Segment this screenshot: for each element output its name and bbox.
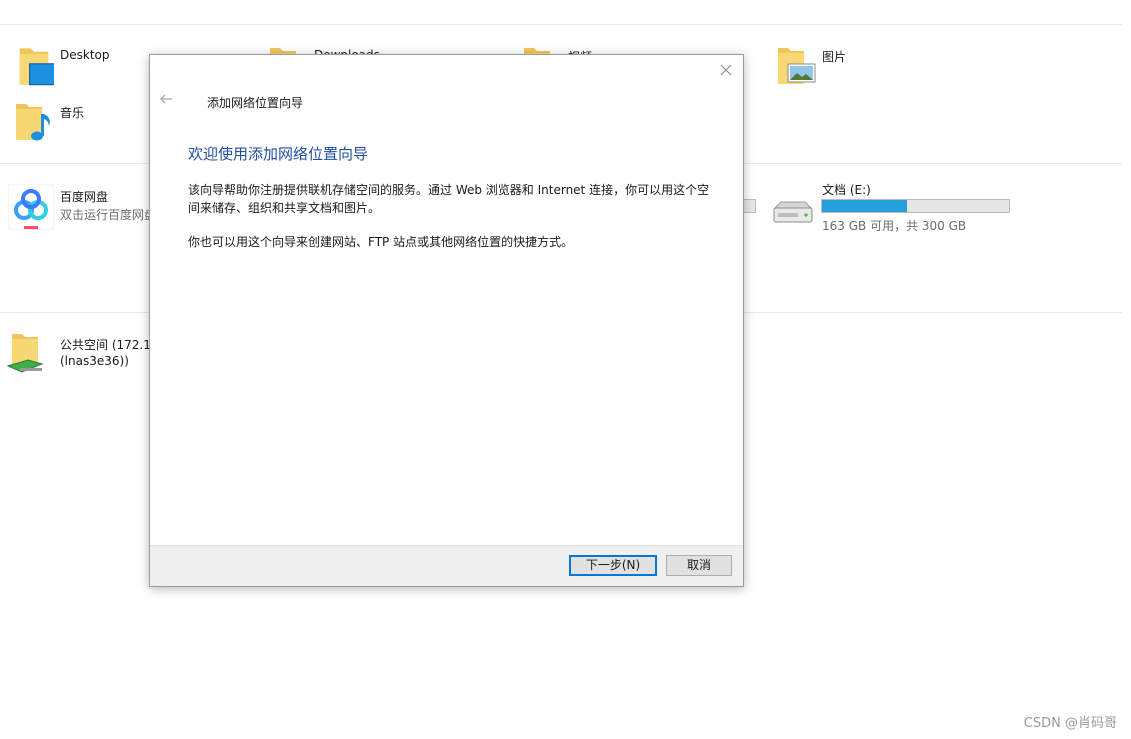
folder-pictures[interactable]: 图片 <box>776 44 996 88</box>
next-button[interactable]: 下一步(N) <box>569 555 657 576</box>
add-network-location-wizard: 添加网络位置向导 欢迎使用添加网络位置向导 该向导帮助你注册提供联机存储空间的服… <box>149 54 744 587</box>
network-folder-icon <box>6 334 44 373</box>
back-arrow-icon <box>160 94 172 104</box>
app-sublabel: 双击运行百度网盘 <box>60 208 157 222</box>
network-label-line1: 公共空间 (172.16 <box>60 338 159 352</box>
watermark: CSDN @肖码哥 <box>1023 716 1117 731</box>
drive-usage-bar <box>821 199 1010 213</box>
music-folder-icon <box>16 104 50 141</box>
wizard-description: 该向导帮助你注册提供联机存储空间的服务。通过 Web 浏览器和 Internet… <box>188 183 710 215</box>
network-label-line2: (lnas3e36)) <box>60 354 129 368</box>
close-button[interactable] <box>717 61 735 79</box>
close-icon <box>720 64 732 76</box>
drive-usage-text: 163 GB 可用，共 300 GB <box>822 219 967 233</box>
wizard-footer: 下一步(N) 取消 <box>150 545 743 586</box>
app-label: 百度网盘 <box>60 190 109 204</box>
wizard-window-title: 添加网络位置向导 <box>207 96 304 110</box>
folder-label: Desktop <box>60 48 110 62</box>
pictures-folder-icon <box>778 48 816 84</box>
back-button[interactable] <box>158 91 174 107</box>
hard-drive-icon <box>773 201 813 223</box>
cancel-button[interactable]: 取消 <box>666 555 732 576</box>
drive-usage-fill <box>822 200 908 212</box>
drive-e[interactable]: 文档 (E:) 163 GB 可用，共 300 GB <box>770 180 1030 234</box>
wizard-heading: 欢迎使用添加网络位置向导 <box>188 145 369 163</box>
folder-label: 图片 <box>822 50 847 64</box>
wizard-description-secondary: 你也可以用这个向导来创建网站、FTP 站点或其他网络位置的快捷方式。 <box>188 235 574 249</box>
desktop-folder-icon <box>19 48 54 86</box>
folder-label: 音乐 <box>60 106 85 120</box>
baidu-netdisk-icon <box>8 184 54 230</box>
divider-top <box>0 24 1122 25</box>
drive-label: 文档 (E:) <box>822 183 871 197</box>
network-location[interactable]: 公共空间 (172.16 (lnas3e36)) <box>6 330 159 380</box>
